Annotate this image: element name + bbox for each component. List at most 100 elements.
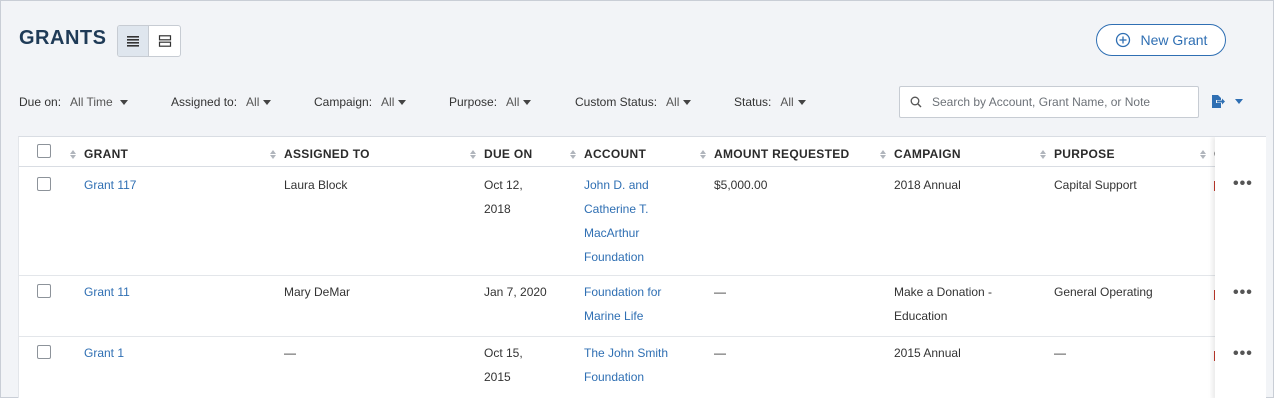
column-header-label: CAMPAIGN [894,147,961,161]
due-on-line: 2015 [484,370,511,384]
sort-icon [270,149,276,159]
filter-label: Status: [734,95,772,109]
filter-value: All [666,95,680,109]
card-view-button[interactable] [149,26,180,56]
caret-down-icon [119,99,128,105]
filter-value: All [381,95,395,109]
account-line: The John Smith [584,346,669,360]
card-view-icon [158,35,171,47]
column-header-account[interactable]: ACCOUNT [570,147,646,161]
purpose-cell: Capital Support [1054,178,1137,192]
assigned-to-cell: — [284,346,296,360]
column-header-label: ACCOUNT [584,147,647,161]
column-header-amount-requested[interactable]: AMOUNT REQUESTED [700,147,849,161]
caret-down-icon [263,99,272,105]
sort-icon [700,149,706,159]
grant-name-link[interactable]: Grant 11 [84,280,130,304]
campaign-cell: 2018 Annual [894,173,961,197]
due-on-line: Oct 12, [484,178,523,192]
account-link[interactable]: Foundation for Marine Life [584,280,661,328]
caret-down-icon [683,99,692,105]
account-link[interactable]: John D. and Catherine T. MacArthur Found… [584,173,649,269]
export-icon [1212,95,1225,108]
campaign-cell: Make a Donation - Education [894,280,992,328]
due-on-cell: Oct 15, 2015 [484,341,523,389]
column-header-label: DUE ON [484,147,533,161]
campaign-cell: 2015 Annual [894,341,961,365]
due-on-cell: Jan 7, 2020 [484,280,547,304]
account-link[interactable]: The John Smith Foundation [584,341,668,389]
new-grant-button[interactable]: New Grant [1096,24,1226,56]
filter-label: Due on: [19,95,62,109]
more-actions-icon[interactable]: ••• [1233,346,1253,362]
column-header-due-on[interactable]: DUE ON [470,147,532,161]
more-actions-icon[interactable]: ••• [1233,285,1253,301]
caret-down-icon [398,99,407,105]
column-header-label: GRANT [84,147,129,161]
sort-icon [570,149,576,159]
grant-name-link[interactable]: Grant 117 [84,173,136,197]
filter-label: Custom Status: [575,95,658,109]
account-line: Marine Life [584,309,644,323]
filter-bar: Due on: All Time Assigned to: All Campai… [19,95,879,111]
filter-due-on[interactable]: Due on: All Time [19,95,128,109]
column-header-assigned-to[interactable]: ASSIGNED TO [270,147,370,161]
due-on-cell: Oct 12, 2018 [484,173,523,221]
account-line: MacArthur [584,226,640,240]
list-view-button[interactable] [118,26,149,56]
row-checkbox[interactable] [37,177,51,191]
amount-cell: $5,000.00 [714,178,768,192]
new-grant-label: New Grant [1140,32,1208,48]
column-header-label: AMOUNT REQUESTED [714,147,850,161]
filter-value: All [780,95,794,109]
purpose-cell: General Operating [1054,285,1153,299]
column-header-label: PURPOSE [1054,147,1115,161]
column-header-grant[interactable]: GRANT [70,147,128,161]
sort-icon [470,149,476,159]
filter-value: All [506,95,520,109]
campaign-line: 2015 Annual [894,346,961,360]
filter-purpose[interactable]: Purpose: All [449,95,532,109]
sort-icon [1200,149,1206,159]
table-row[interactable]: Grant 11 Mary DeMar Jan 7, 2020 Foundati… [19,276,1266,337]
filter-value: All Time [70,95,113,109]
assigned-to-cell: Mary DeMar [284,285,351,299]
filter-status[interactable]: Status: All [734,95,806,109]
column-header-label: ASSIGNED TO [284,147,370,161]
filter-assigned-to[interactable]: Assigned to: All [171,95,272,109]
amount-cell: — [714,346,726,360]
grant-name-link[interactable]: Grant 1 [84,341,124,365]
purpose-cell: — [1054,346,1066,360]
column-header-campaign[interactable]: CAMPAIGN [880,147,961,161]
caret-down-icon [1235,99,1243,104]
search-input[interactable]: Search by Account, Grant Name, or Note [899,86,1199,118]
due-on-line: Oct 15, [484,346,523,360]
filter-campaign[interactable]: Campaign: All [314,95,407,109]
filter-label: Assigned to: [171,95,238,109]
filter-value: All [246,95,260,109]
grants-table: GRANT ASSIGNED TO DUE ON ACCOUNT AMOUNT … [18,136,1266,398]
account-line: John D. and [584,178,649,192]
table-row[interactable]: Grant 1 — Oct 15, 2015 The John Smith Fo… [19,337,1266,398]
row-checkbox[interactable] [37,284,51,298]
row-checkbox[interactable] [37,345,51,359]
assigned-to-cell: Laura Block [284,178,348,192]
sort-icon [70,149,76,159]
sort-icon [880,149,886,159]
filter-custom-status[interactable]: Custom Status: All [575,95,692,109]
export-button[interactable] [1210,94,1243,109]
search-icon [910,96,922,108]
select-all-checkbox[interactable] [37,144,51,158]
more-actions-icon[interactable]: ••• [1233,176,1253,192]
column-header-purpose[interactable]: PURPOSE [1040,147,1115,161]
table-row[interactable]: Grant 117 Laura Block Oct 12, 2018 John … [19,167,1266,276]
account-line: Catherine T. [584,202,649,216]
campaign-line: Education [894,309,948,323]
due-on-line: Jan 7, 2020 [484,285,547,299]
caret-down-icon [797,99,806,105]
view-toggle [117,25,181,57]
amount-cell: — [714,285,726,299]
account-line: Foundation for [584,285,662,299]
account-line: Foundation [584,250,645,264]
campaign-line: 2018 Annual [894,178,961,192]
